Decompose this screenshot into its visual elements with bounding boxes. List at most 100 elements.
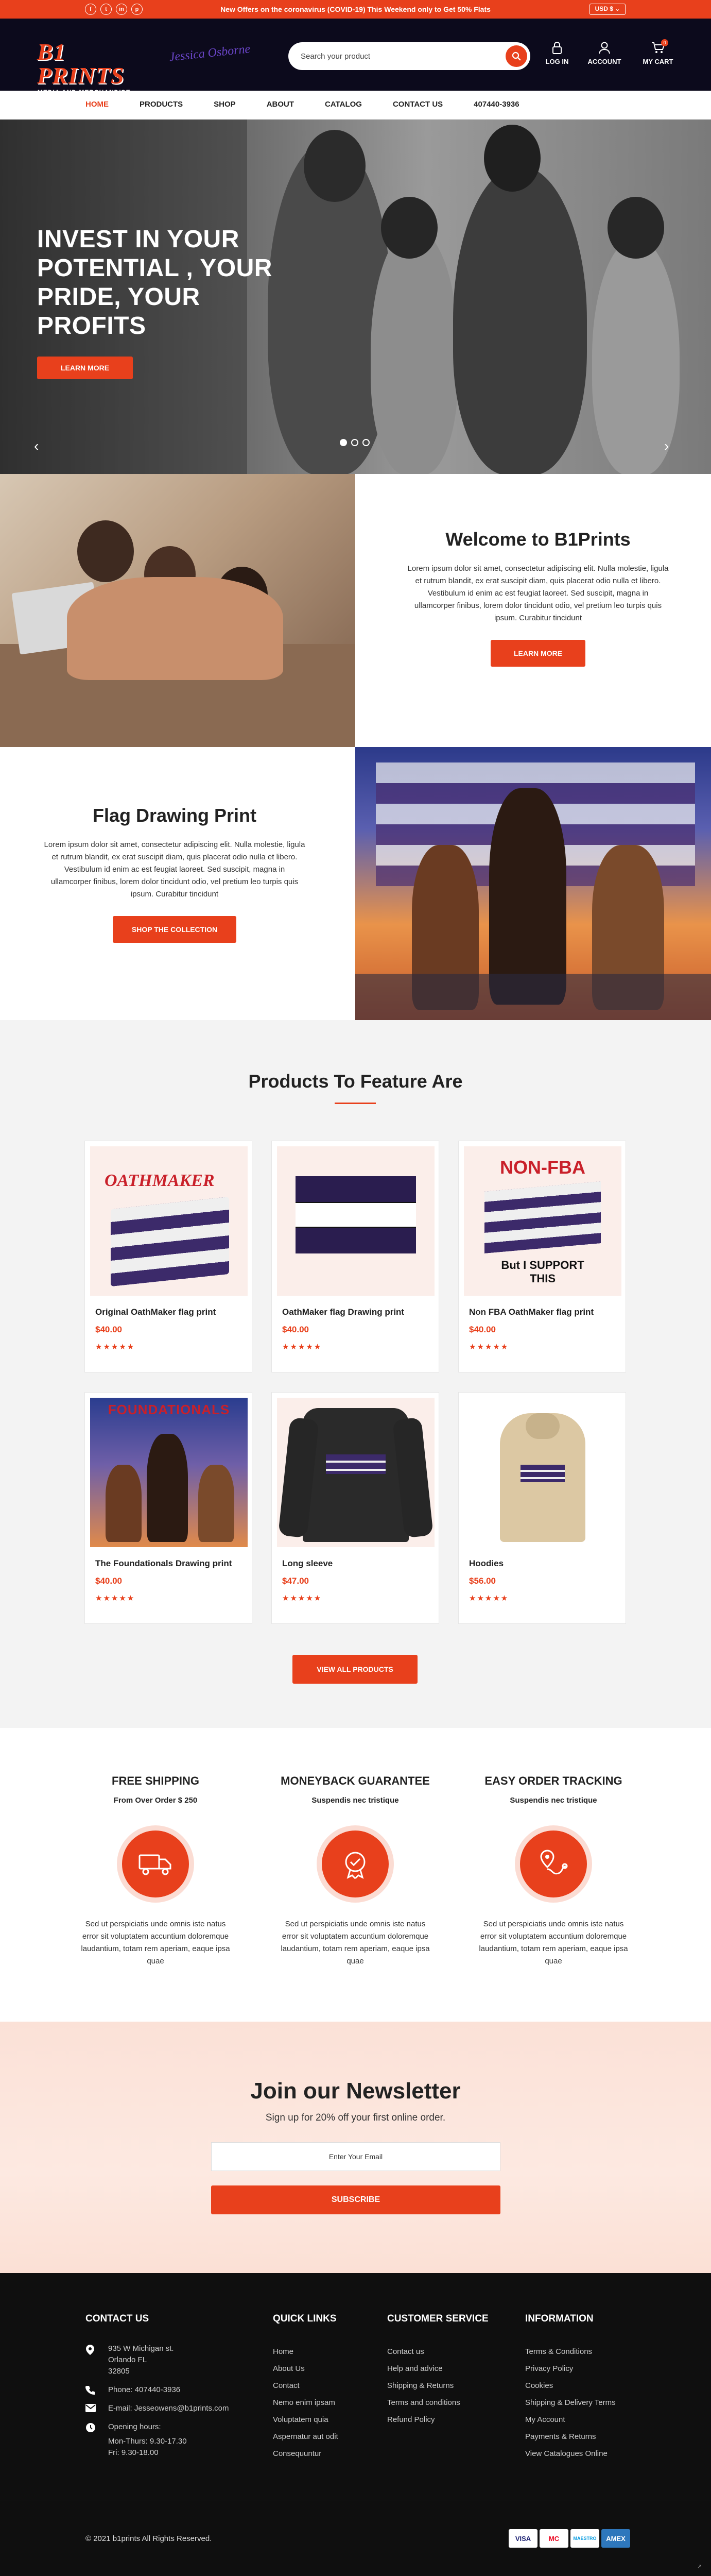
welcome-learn-more-button[interactable]: LEARN MORE xyxy=(491,640,585,667)
nav-catalog[interactable]: CATALOG xyxy=(325,100,362,109)
footer-link[interactable]: Home xyxy=(273,2343,376,2360)
product-card[interactable]: Long sleeve $47.00 ★★★★★ xyxy=(271,1392,439,1624)
subscribe-button[interactable]: SUBSCRIBE xyxy=(211,2185,500,2214)
footer-email: E-mail: Jesseowens@b1prints.com xyxy=(85,2403,250,2414)
product-image[interactable] xyxy=(277,1146,435,1296)
product-image[interactable]: FOUNDATIONALS xyxy=(90,1398,248,1547)
footer-quick-links: QUICK LINKS Home About Us Contact Nemo e… xyxy=(273,2313,376,2462)
footer-link[interactable]: View Catalogues Online xyxy=(525,2445,649,2462)
product-name[interactable]: The Foundationals Drawing print xyxy=(95,1558,232,1569)
feature-icon-circle xyxy=(515,1825,592,1903)
footer-customer-service: CUSTOMER SERVICE Contact us Help and adv… xyxy=(387,2313,511,2428)
footer-link[interactable]: Contact us xyxy=(387,2343,511,2360)
nav-phone[interactable]: 407440-3936 xyxy=(474,100,519,109)
nav-contact[interactable]: CONTACT US xyxy=(393,100,443,109)
footer-link[interactable]: Nemo enim ipsam xyxy=(273,2394,376,2411)
product-card[interactable]: OATHMAKER Original OathMaker flag print … xyxy=(84,1141,252,1372)
flag-text: Lorem ipsum dolor sit amet, consectetur … xyxy=(44,840,305,899)
login-link[interactable]: LOG IN xyxy=(536,41,578,65)
title-underline xyxy=(335,1103,376,1104)
feature-subtitle: Suspendis nec tristique xyxy=(311,1796,399,1805)
product-name[interactable]: Long sleeve xyxy=(282,1558,333,1569)
shop-collection-button[interactable]: SHOP THE COLLECTION xyxy=(113,916,236,943)
product-name[interactable]: Hoodies xyxy=(469,1558,504,1569)
product-price: $56.00 xyxy=(469,1576,496,1586)
footer-link[interactable]: Shipping & Delivery Terms xyxy=(525,2394,649,2411)
phone-icon xyxy=(85,2386,95,2395)
rating-stars: ★★★★★ xyxy=(282,1343,322,1351)
logo[interactable]: B1 PRINTS MEDIA AND MERCHANDISE xyxy=(37,40,145,96)
account-label: ACCOUNT xyxy=(587,58,621,65)
view-all-products-button[interactable]: VIEW ALL PRODUCTS xyxy=(292,1655,418,1684)
rating-stars: ★★★★★ xyxy=(95,1343,135,1351)
slider-next-arrow[interactable]: › xyxy=(664,438,669,454)
feature-free-shipping: FREE SHIPPING From Over Order $ 250 Sed … xyxy=(78,1774,233,1968)
product-price: $40.00 xyxy=(95,1576,122,1586)
slider-prev-arrow[interactable]: ‹ xyxy=(34,438,39,454)
site-footer: CONTACT US 935 W Michigan st. Orlando FL… xyxy=(0,2273,711,2576)
product-card[interactable]: FOUNDATIONALS The Foundationals Drawing … xyxy=(84,1392,252,1624)
currency-select[interactable]: USD $ ⌄ xyxy=(589,4,626,15)
phone-text[interactable]: Phone: 407440-3936 xyxy=(108,2384,250,2396)
newsletter-subtitle: Sign up for 20% off your first online or… xyxy=(265,2112,446,2123)
footer-link[interactable]: Voluptatem quia xyxy=(273,2411,376,2428)
feature-text: Sed ut perspiciatis unde omnis iste natu… xyxy=(479,1920,628,1965)
quick-links-title: QUICK LINKS xyxy=(273,2313,337,2324)
footer-link[interactable]: Contact xyxy=(273,2377,376,2394)
product-image[interactable]: OATHMAKER xyxy=(90,1146,248,1296)
product-name[interactable]: Original OathMaker flag print xyxy=(95,1307,216,1317)
product-card[interactable]: OathMaker flag Drawing print $40.00 ★★★★… xyxy=(271,1141,439,1372)
product-image[interactable] xyxy=(464,1398,621,1547)
footer-link[interactable]: Terms and conditions xyxy=(387,2394,511,2411)
product-image-text: FOUNDATIONALS xyxy=(108,1402,230,1417)
welcome-section: Welcome to B1Prints Lorem ipsum dolor si… xyxy=(407,529,669,667)
email-text[interactable]: E-mail: Jesseowens@b1prints.com xyxy=(108,2403,250,2414)
nav-home[interactable]: HOME xyxy=(85,100,109,109)
hero-learn-more-button[interactable]: LEARN MORE xyxy=(37,357,133,379)
copyright: © 2021 b1prints All Rights Reserved. xyxy=(85,2534,212,2543)
hours-line: Mon-Thurs: 9.30-17.30 xyxy=(108,2437,187,2446)
footer-link[interactable]: Terms & Conditions xyxy=(525,2343,649,2360)
footer-link[interactable]: Help and advice xyxy=(387,2360,511,2377)
product-name[interactable]: OathMaker flag Drawing print xyxy=(282,1307,404,1317)
mail-icon xyxy=(85,2404,96,2412)
payment-methods: VISA MC MAESTRO AMEX xyxy=(509,2529,630,2548)
feature-order-tracking: EASY ORDER TRACKING Suspendis nec tristi… xyxy=(476,1774,631,1968)
lock-icon xyxy=(552,42,562,54)
footer-link[interactable]: About Us xyxy=(273,2360,376,2377)
product-image-text: OATHMAKER xyxy=(105,1171,215,1190)
product-image[interactable]: NON-FBA But I SUPPORT THIS xyxy=(464,1146,621,1296)
newsletter-email-input[interactable] xyxy=(211,2142,500,2171)
welcome-text: Lorem ipsum dolor sit amet, consectetur … xyxy=(407,564,669,622)
logo-text: B1 PRINTS xyxy=(37,39,125,89)
footer-link[interactable]: Privacy Policy xyxy=(525,2360,649,2377)
product-card[interactable]: Hoodies $56.00 ★★★★★ xyxy=(458,1392,626,1624)
search-input[interactable] xyxy=(301,42,496,70)
slider-dots xyxy=(340,439,370,446)
footer-link[interactable]: Cookies xyxy=(525,2377,649,2394)
login-label: LOG IN xyxy=(545,58,569,65)
slider-dot[interactable] xyxy=(362,439,370,446)
product-image[interactable] xyxy=(277,1398,435,1547)
footer-information: INFORMATION Terms & Conditions Privacy P… xyxy=(525,2313,649,2462)
rating-stars: ★★★★★ xyxy=(469,1594,509,1603)
account-link[interactable]: ACCOUNT xyxy=(584,41,625,65)
footer-link[interactable]: Aspernatur aut odit xyxy=(273,2428,376,2445)
footer-link[interactable]: My Account xyxy=(525,2411,649,2428)
cart-link[interactable]: 0 MY CART xyxy=(637,39,679,65)
footer-link[interactable]: Refund Policy xyxy=(387,2411,511,2428)
search-button[interactable] xyxy=(506,45,527,67)
hours-label: Opening hours: xyxy=(108,2422,161,2431)
nav-shop[interactable]: SHOP xyxy=(214,100,236,109)
footer-link[interactable]: Payments & Returns xyxy=(525,2428,649,2445)
product-card[interactable]: NON-FBA But I SUPPORT THIS Non FBA OathM… xyxy=(458,1141,626,1372)
product-name[interactable]: Non FBA OathMaker flag print xyxy=(469,1307,594,1317)
slider-dot[interactable] xyxy=(340,439,347,446)
nav-products[interactable]: PRODUCTS xyxy=(140,100,183,109)
external-link-icon: ↗ xyxy=(697,2564,702,2570)
footer-link[interactable]: Consequuntur xyxy=(273,2445,376,2462)
slider-dot[interactable] xyxy=(351,439,358,446)
nav-about[interactable]: ABOUT xyxy=(267,100,294,109)
search-icon xyxy=(512,52,521,61)
footer-link[interactable]: Shipping & Returns xyxy=(387,2377,511,2394)
